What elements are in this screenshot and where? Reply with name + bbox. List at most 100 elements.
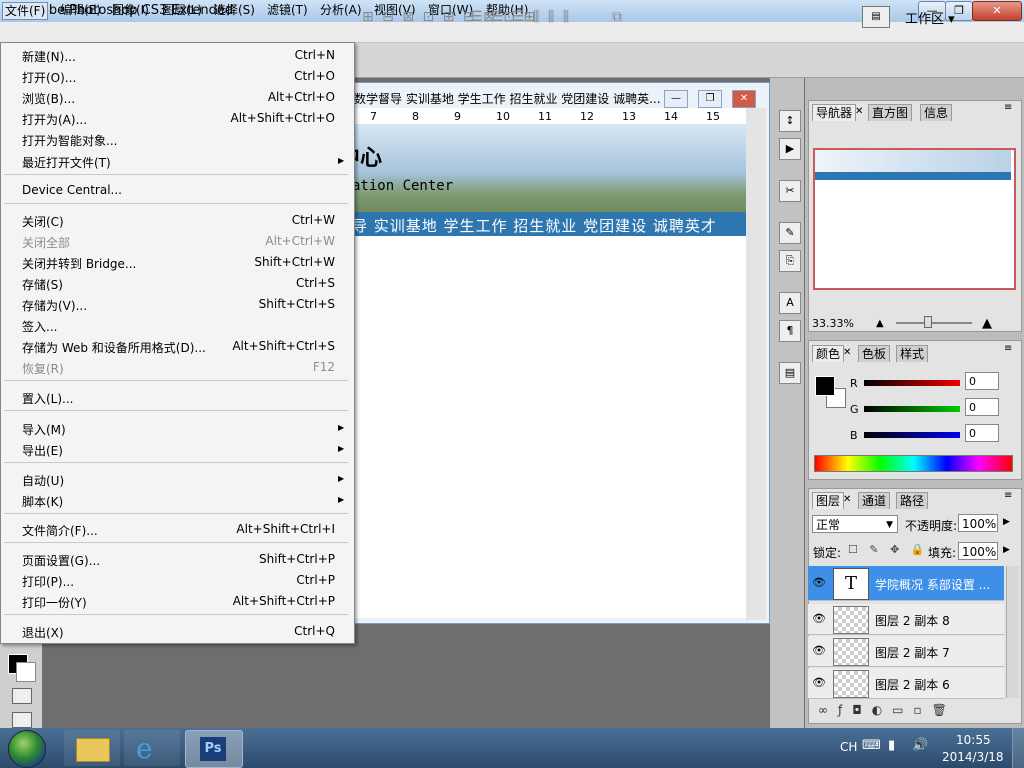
network-icon[interactable]: ▮ <box>888 738 895 753</box>
doc-close-button[interactable]: ✕ <box>732 90 756 108</box>
color-foreground-swatch[interactable] <box>815 376 835 396</box>
layer-action-icons[interactable]: ∞ƒ◘◐▭▫🗑 <box>818 703 957 717</box>
close-icon[interactable]: ✕ <box>843 494 851 505</box>
panel-menu-icon[interactable]: ≡ <box>1004 490 1012 501</box>
eye-icon[interactable]: 👁 <box>812 676 826 689</box>
tab-layers[interactable]: 图层 <box>812 492 845 509</box>
g-value-input[interactable]: 0 <box>965 398 999 416</box>
color-spectrum[interactable] <box>814 455 1013 472</box>
language-indicator[interactable]: CH <box>840 740 857 754</box>
actions-icon[interactable]: ▶ <box>779 138 801 160</box>
menu-item-open-smart-object[interactable]: 打开为智能对象... <box>22 132 117 149</box>
show-desktop-button[interactable] <box>1012 728 1024 768</box>
menu-item-page-setup[interactable]: 页面设置(G)... <box>22 552 100 569</box>
tab-channels[interactable]: 通道 <box>858 492 891 509</box>
menu-item-place[interactable]: 置入(L)... <box>22 390 74 407</box>
menu-image[interactable]: 图像(I) <box>110 2 151 18</box>
g-slider[interactable] <box>864 406 960 412</box>
menu-item-close-go-bridge[interactable]: 关闭并转到 Bridge... <box>22 255 136 272</box>
character-icon[interactable]: A <box>779 292 801 314</box>
document-scrollbar[interactable] <box>746 108 766 620</box>
zoom-in-icon[interactable]: ▲ <box>982 316 992 331</box>
menu-item-import[interactable]: 导入(M) <box>22 421 66 438</box>
quick-mask-icon[interactable] <box>12 688 32 704</box>
lock-icons[interactable]: ☐ ✎ ✥ 🔒 <box>848 543 928 556</box>
menu-item-check-in[interactable]: 签入... <box>22 318 57 335</box>
menu-item-recent-files[interactable]: 最近打开文件(T) <box>22 154 111 171</box>
keyboard-icon[interactable]: ⌨ <box>862 738 881 753</box>
doc-minimize-button[interactable]: — <box>664 90 688 108</box>
menu-item-close[interactable]: 关闭(C) <box>22 213 64 230</box>
taskbar-photoshop-button[interactable]: Ps <box>185 730 243 768</box>
close-button[interactable]: ✕ <box>972 1 1022 21</box>
menu-item-export[interactable]: 导出(E) <box>22 442 63 459</box>
blend-mode-select[interactable]: 正常 ▼ <box>812 515 898 533</box>
menu-item-open-as[interactable]: 打开为(A)... <box>22 111 87 128</box>
zoom-out-icon[interactable]: ▲ <box>876 318 884 329</box>
clone-source-icon[interactable]: ⎘ <box>779 250 801 272</box>
screen-mode-icon[interactable] <box>12 712 32 728</box>
tab-info[interactable]: 信息 <box>920 104 953 121</box>
tab-paths[interactable]: 路径 <box>896 492 929 509</box>
menu-item-print-one-copy[interactable]: 打印一份(Y) <box>22 594 87 611</box>
b-value-input[interactable]: 0 <box>965 424 999 442</box>
panel-menu-icon[interactable]: ≡ <box>1004 102 1012 113</box>
layer-name[interactable]: 图层 2 副本 6 <box>875 676 950 693</box>
menu-item-save-for-web[interactable]: 存储为 Web 和设备所用格式(D)... <box>22 339 206 356</box>
opacity-arrow-icon[interactable]: ▶ <box>1003 517 1010 527</box>
menu-item-scripts[interactable]: 脚本(K) <box>22 493 63 510</box>
close-icon[interactable]: ✕ <box>855 106 863 117</box>
layer-name[interactable]: 图层 2 副本 8 <box>875 612 950 629</box>
auto-align-icon[interactable]: ⧉ <box>612 9 624 25</box>
clock-date[interactable]: 2014/3/18 <box>942 750 1004 764</box>
menu-item-print[interactable]: 打印(P)... <box>22 573 74 590</box>
menu-item-save[interactable]: 存储(S) <box>22 276 63 293</box>
menu-item-file-info[interactable]: 文件简介(F)... <box>22 522 98 539</box>
menu-layer[interactable]: 图层(L) <box>160 2 204 18</box>
menu-item-automate[interactable]: 自动(U) <box>22 472 64 489</box>
r-slider[interactable] <box>864 380 960 386</box>
zoom-slider[interactable] <box>896 322 972 324</box>
tab-histogram[interactable]: 直方图 <box>868 104 913 121</box>
workspace-button[interactable]: 工作区 ▾ <box>905 8 955 27</box>
menu-filter[interactable]: 滤镜(T) <box>265 2 310 18</box>
menu-analysis[interactable]: 分析(A) <box>318 2 364 18</box>
close-icon[interactable]: ✕ <box>843 347 851 358</box>
windows-start-icon[interactable] <box>8 730 46 768</box>
tab-color[interactable]: 颜色 <box>812 345 845 362</box>
menu-item-new[interactable]: 新建(N)... <box>22 48 76 65</box>
menu-item-device-central[interactable]: Device Central... <box>22 183 122 197</box>
volume-icon[interactable]: 🔊 <box>912 738 928 753</box>
paragraph-icon[interactable]: ¶ <box>779 320 801 342</box>
menu-file[interactable]: 文件(F) <box>2 2 49 20</box>
layer-name[interactable]: 图层 2 副本 7 <box>875 644 950 661</box>
doc-maximize-button[interactable]: ❐ <box>698 90 722 108</box>
menu-edit[interactable]: 编辑(E) <box>58 2 103 18</box>
taskbar-ie-button[interactable]: e <box>124 730 180 766</box>
menu-item-exit[interactable]: 退出(X) <box>22 624 64 641</box>
layers-scrollbar[interactable] <box>1006 566 1019 698</box>
tool-presets-icon[interactable]: ✂ <box>779 180 801 202</box>
layer-comps-icon[interactable]: ▤ <box>779 362 801 384</box>
zoom-slider-thumb[interactable] <box>924 316 932 328</box>
tab-navigator[interactable]: 导航器 <box>812 104 857 121</box>
menu-item-save-as[interactable]: 存储为(V)... <box>22 297 87 314</box>
eye-icon[interactable]: 👁 <box>812 612 826 625</box>
zoom-value[interactable]: 33.33% <box>812 317 854 330</box>
tab-swatches[interactable]: 色板 <box>858 345 891 362</box>
r-value-input[interactable]: 0 <box>965 372 999 390</box>
layer-name[interactable]: 学院概况 系部设置 ... <box>875 576 990 593</box>
eye-icon[interactable]: 👁 <box>812 576 826 589</box>
eye-icon[interactable]: 👁 <box>812 644 826 657</box>
b-slider[interactable] <box>864 432 960 438</box>
background-color-swatch[interactable] <box>16 662 36 682</box>
brushes-icon[interactable]: ✎ <box>779 222 801 244</box>
clock-time[interactable]: 10:55 <box>956 733 991 747</box>
distribute-icons[interactable]: ☰ ☰ ☰ ⫼ ⫼ ⫼ <box>470 9 571 25</box>
fill-input[interactable]: 100% <box>958 542 998 560</box>
menu-item-browse[interactable]: 浏览(B)... <box>22 90 75 107</box>
panel-menu-icon[interactable]: ≡ <box>1004 343 1012 354</box>
menu-item-open[interactable]: 打开(O)... <box>22 69 76 86</box>
opacity-input[interactable]: 100% <box>958 514 998 532</box>
taskbar-explorer-button[interactable] <box>64 730 120 766</box>
